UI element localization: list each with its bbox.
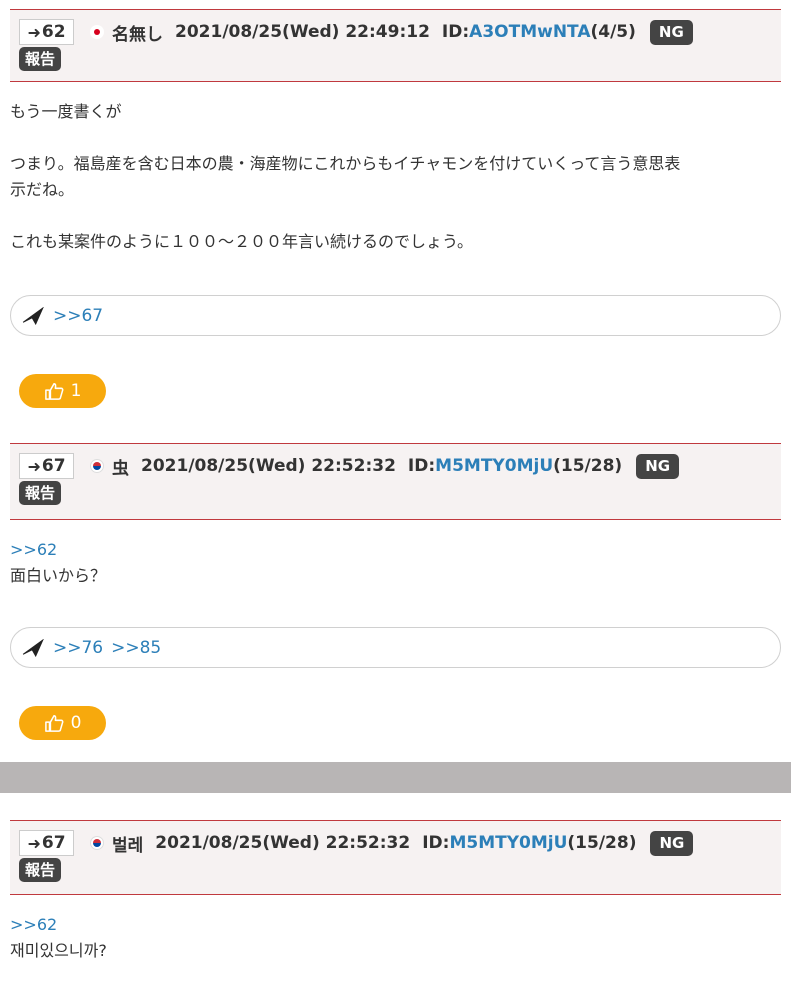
poster-name: 벌레	[112, 835, 144, 856]
post-meta: 名無し 2021/08/25(Wed) 22:49:12 ID: A3OTMwNT…	[90, 19, 693, 45]
poster-id-link[interactable]: A3OTMwNTA	[469, 22, 590, 42]
post-header: ➜ 62 名無し 2021/08/25(Wed) 22:49:12 ID: A3OT…	[10, 9, 781, 82]
post-datetime: 2021/08/25(Wed) 22:52:32	[155, 833, 411, 853]
like-count: 1	[70, 381, 82, 401]
reply-link[interactable]: >>76	[53, 638, 103, 658]
id-label: ID:	[407, 456, 436, 476]
like-button[interactable]: 1	[19, 374, 106, 408]
ng-button[interactable]: NG	[636, 453, 680, 479]
poster-name: 虫	[112, 458, 129, 479]
flag-jp-icon	[90, 25, 104, 39]
section-divider	[0, 762, 791, 793]
id-count: (4/5)	[590, 22, 636, 42]
response-number-button[interactable]: ➜ 67	[19, 830, 74, 856]
share-arrow-icon: ➜	[27, 833, 41, 853]
like-button[interactable]: 0	[19, 706, 106, 740]
replies-bar: >>67	[10, 295, 781, 336]
poster-id-link[interactable]: M5MTY0MjU	[435, 456, 553, 476]
ng-button[interactable]: NG	[650, 830, 694, 856]
response-number-button[interactable]: ➜ 62	[19, 19, 74, 45]
share-arrow-icon: ➜	[27, 22, 41, 42]
post-datetime: 2021/08/25(Wed) 22:52:32	[141, 456, 396, 476]
like-count: 0	[70, 713, 82, 733]
flag-kr-icon	[90, 459, 104, 473]
report-button[interactable]: 報告	[19, 481, 62, 505]
report-button[interactable]: 報告	[19, 858, 62, 882]
reply-link[interactable]: >>85	[111, 638, 161, 658]
thumbs-up-icon	[44, 383, 64, 400]
post-meta: 虫 2021/08/25(Wed) 22:52:32 ID: M5MTY0MjU(…	[90, 453, 680, 479]
id-label: ID:	[441, 22, 470, 42]
post-body: >>62 面白いから？	[10, 537, 775, 589]
anchor-link[interactable]: >>62	[10, 912, 775, 938]
id-count: (15/28)	[567, 833, 637, 853]
thumbs-up-icon	[44, 715, 64, 732]
post-body: もう一度書くが つまり。福島産を含む日本の農・海産物にこれからもイチャモンを付け…	[10, 102, 681, 251]
id-count: (15/28)	[553, 456, 623, 476]
post-body: >>62 재미있으니까?	[10, 912, 775, 964]
reply-link[interactable]: >>67	[53, 306, 103, 326]
flag-kr-icon	[90, 836, 104, 850]
report-button[interactable]: 報告	[19, 47, 62, 71]
replies-bar: >>76 >>85	[10, 627, 781, 668]
paper-plane-icon	[22, 638, 44, 657]
post-meta: 벌레 2021/08/25(Wed) 22:52:32 ID: M5MTY0MjU…	[90, 830, 694, 856]
post-header: ➜ 67 벌레 2021/08/25(Wed) 22:52:32 ID: M5MTY…	[10, 820, 781, 895]
anchor-link[interactable]: >>62	[10, 537, 775, 563]
response-number-button[interactable]: ➜ 67	[19, 453, 74, 479]
paper-plane-icon	[22, 306, 44, 325]
post-datetime: 2021/08/25(Wed) 22:49:12	[175, 22, 430, 42]
id-label: ID:	[422, 833, 450, 853]
post-header: ➜ 67 虫 2021/08/25(Wed) 22:52:32 ID: M5MTY0…	[10, 443, 781, 520]
share-arrow-icon: ➜	[27, 456, 41, 476]
poster-id-link[interactable]: M5MTY0MjU	[449, 833, 567, 853]
poster-name: 名無し	[112, 24, 163, 45]
ng-button[interactable]: NG	[649, 19, 693, 45]
